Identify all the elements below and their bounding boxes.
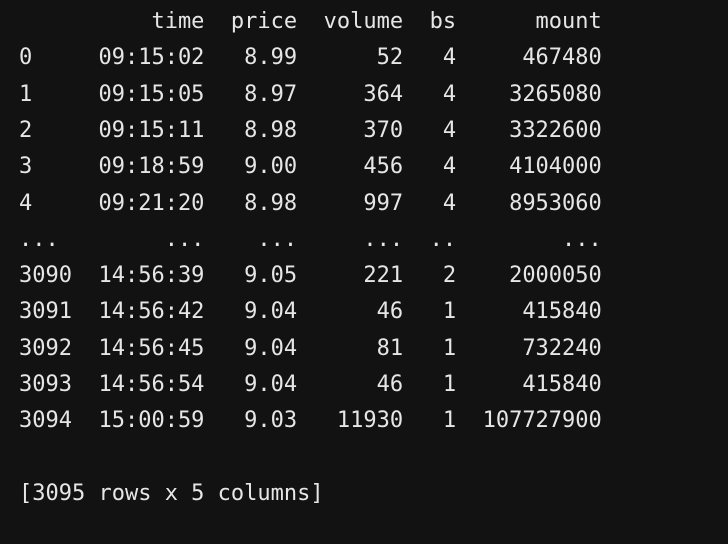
console-output: time price volume bs mount 0 09:15:02 8.9… [0, 0, 728, 544]
ellipsis-row: ... ... ... ... .. ... [19, 226, 602, 252]
header-row: time price volume bs mount [19, 9, 602, 34]
table-row: 0 09:15:02 8.99 52 4 467480 [19, 45, 602, 71]
table-row: 3090 14:56:39 9.05 221 2 2000050 [19, 263, 602, 289]
table-row: 3 09:18:59 9.00 456 4 4104000 [19, 154, 602, 180]
table-row: 3091 14:56:42 9.04 46 1 415840 [19, 299, 602, 325]
table-row: 2 09:15:11 8.98 370 4 3322600 [19, 117, 602, 143]
summary-line: [3095 rows x 5 columns] [19, 480, 324, 506]
table-row: 4 09:21:20 8.98 997 4 8953060 [19, 190, 602, 216]
table-row: 3093 14:56:54 9.04 46 1 415840 [19, 372, 602, 397]
table-row: 3094 15:00:59 9.03 11930 1 107727900 [19, 408, 602, 434]
table-row: 1 09:15:05 8.97 364 4 3265080 [19, 81, 602, 107]
table-row: 3092 14:56:45 9.04 81 1 732240 [19, 335, 602, 361]
